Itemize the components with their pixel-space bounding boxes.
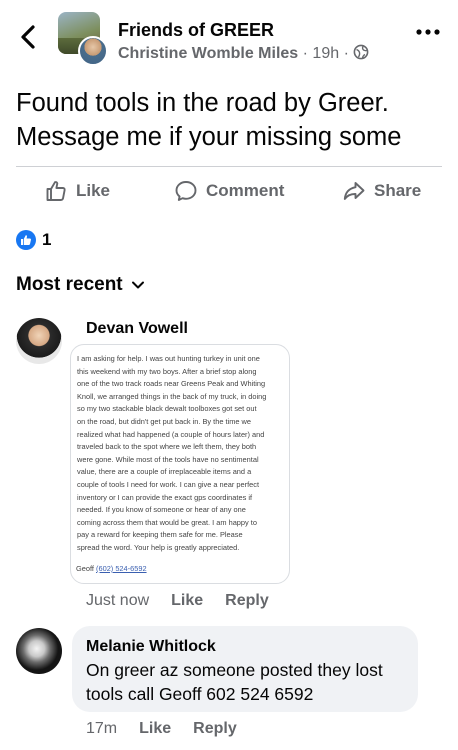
like-reaction-icon bbox=[16, 230, 36, 250]
share-button-label: Share bbox=[374, 181, 422, 200]
image-text-line: couple of tools I need for work. I can g… bbox=[77, 479, 259, 489]
post-text-line-2: Message me if your missing some bbox=[16, 123, 402, 151]
image-sig-phone: (602) 524-6592 bbox=[96, 564, 147, 573]
image-sig-name: Geoff bbox=[76, 564, 94, 573]
comment-time[interactable]: Just now bbox=[86, 592, 149, 610]
comment-sort-dropdown[interactable]: Most recent bbox=[16, 274, 145, 296]
chevron-down-icon bbox=[131, 281, 144, 289]
image-text-line: I am asking for help. I was out hunting … bbox=[77, 354, 260, 363]
share-button[interactable]: Share bbox=[342, 178, 421, 204]
image-text-line: coming across them that would be great. … bbox=[77, 517, 257, 527]
group-avatar[interactable] bbox=[58, 12, 108, 66]
divider-top bbox=[16, 166, 442, 167]
share-arrow-icon bbox=[343, 182, 365, 200]
comment-reply-button[interactable]: Reply bbox=[225, 592, 269, 610]
image-text-line: spread the word. Your help is greatly ap… bbox=[77, 542, 240, 552]
comment-text-line-1: On greer az someone posted they lost bbox=[86, 660, 383, 680]
comment-button[interactable]: Comment bbox=[174, 178, 284, 204]
group-name[interactable]: Friends of GREER bbox=[118, 20, 274, 41]
comment-time[interactable]: 17m bbox=[86, 720, 117, 738]
comment-image[interactable]: I am asking for help. I was out hunting … bbox=[70, 344, 290, 584]
commenter-avatar-devan[interactable] bbox=[16, 318, 62, 364]
comment-meta: 17m Like Reply bbox=[86, 720, 237, 738]
like-button[interactable]: Like bbox=[44, 178, 110, 204]
chevron-left-icon[interactable] bbox=[18, 24, 40, 50]
comment-image-signature: Geoff (602) 524-6592 bbox=[76, 564, 147, 573]
post-meta: Christine Womble Miles · 19h · bbox=[118, 44, 369, 63]
meta-separator-2: · bbox=[343, 45, 349, 62]
reaction-summary[interactable]: 1 bbox=[16, 230, 51, 250]
post-header: Friends of GREER Christine Womble Miles … bbox=[0, 0, 458, 70]
post-text-line-1: Found tools in the road by Greer. bbox=[16, 89, 389, 117]
thumbs-up-icon bbox=[46, 181, 66, 201]
post-time[interactable]: 19h bbox=[312, 45, 339, 62]
meta-separator: · bbox=[302, 45, 308, 62]
comment-text-line-2: tools call Geoff 602 524 6592 bbox=[86, 684, 314, 704]
image-text-line: traveled back to the spot where we left … bbox=[77, 442, 257, 452]
comment-bubble-icon bbox=[175, 181, 197, 201]
poster-name[interactable]: Christine Womble Miles bbox=[118, 45, 298, 62]
comment-meta: Just now Like Reply bbox=[86, 592, 269, 610]
image-text-line: value, there are a couple of irreplaceab… bbox=[77, 467, 252, 477]
comment-reply-button[interactable]: Reply bbox=[193, 720, 237, 738]
image-text-line: inventory or I can provide the exact gps… bbox=[77, 492, 253, 502]
image-text-line: on the road, but didn't get put back in.… bbox=[77, 416, 251, 426]
globe-icon[interactable] bbox=[353, 44, 369, 60]
post-text: Found tools in the road by Greer. Messag… bbox=[16, 86, 446, 154]
image-text-line: Knoll, we arranged things in the back of… bbox=[77, 391, 267, 401]
comment-author[interactable]: Devan Vowell bbox=[86, 320, 188, 338]
image-text-line: this weekend with my two boys. After a b… bbox=[77, 366, 257, 376]
comment-like-button[interactable]: Like bbox=[139, 720, 171, 738]
image-text-line: needed. If you know of someone or hear o… bbox=[77, 505, 246, 515]
image-text-line: pay a reward for keeping them safe for m… bbox=[77, 530, 243, 540]
image-text-line: realized what had happened (a couple of … bbox=[77, 429, 265, 439]
like-button-label: Like bbox=[76, 181, 111, 200]
comment-like-button[interactable]: Like bbox=[171, 592, 203, 610]
sort-label: Most recent bbox=[16, 274, 123, 295]
image-text-line: so my two stackable black dewalt toolbox… bbox=[77, 404, 257, 414]
comment-image-text: I am asking for help. I was out hunting … bbox=[77, 353, 289, 555]
post-actions-bar: Like Comment Share bbox=[0, 168, 458, 212]
image-text-line: were gone. While most of the tools have … bbox=[77, 454, 259, 464]
more-horizontal-icon[interactable] bbox=[416, 28, 440, 36]
commenter-avatar-melanie[interactable] bbox=[16, 628, 62, 674]
reaction-count: 1 bbox=[42, 230, 52, 249]
comment-author[interactable]: Melanie Whitlock bbox=[86, 638, 216, 656]
comment-button-label: Comment bbox=[206, 181, 285, 200]
comment-text: On greer az someone posted they lost too… bbox=[86, 658, 406, 706]
image-text-line: one of the two track roads near Greens P… bbox=[77, 379, 266, 389]
poster-avatar bbox=[78, 36, 108, 66]
